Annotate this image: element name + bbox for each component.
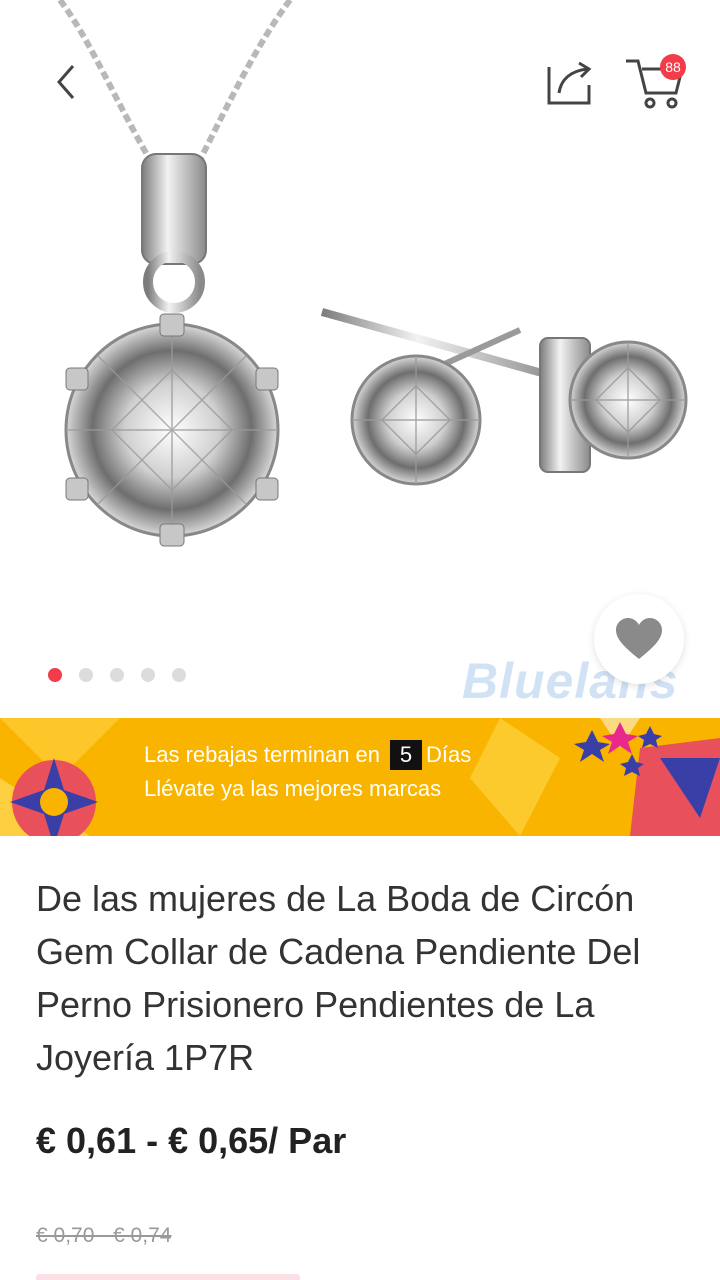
promo-countdown-text: Las rebajas terminan en 5 Días <box>144 740 471 770</box>
chevron-left-icon <box>57 65 75 99</box>
share-button[interactable] <box>538 50 602 114</box>
carousel-dot[interactable] <box>110 668 124 682</box>
carousel-dot[interactable] <box>141 668 155 682</box>
cart-count-badge: 88 <box>660 54 686 80</box>
promo-suffix: Días <box>426 742 472 767</box>
cart-button[interactable]: 88 <box>618 48 690 116</box>
share-icon <box>547 61 592 105</box>
product-title: De las mujeres de La Boda de Circón Gem … <box>36 878 641 1078</box>
product-image-gallery[interactable]: 88 Bluelans <box>0 0 720 718</box>
discount-tag-strip <box>36 1274 300 1280</box>
original-price: € 0,70 - € 0,74 <box>36 1224 172 1247</box>
product-price: € 0,61 - € 0,65/ Par <box>36 1120 347 1161</box>
sale-countdown-banner[interactable]: Las rebajas terminan en 5 Días Llévate y… <box>0 718 720 836</box>
carousel-dot[interactable] <box>79 668 93 682</box>
product-page: 88 Bluelans Las rebajas terminan en 5 Dí… <box>0 0 720 1280</box>
carousel-dot[interactable] <box>172 668 186 682</box>
favorite-button[interactable] <box>594 594 684 684</box>
days-remaining-value: 5 <box>390 740 423 770</box>
promo-prefix: Las rebajas terminan en <box>144 742 381 767</box>
carousel-pagination <box>48 668 186 682</box>
promo-subtitle: Llévate ya las mejores marcas <box>144 776 442 801</box>
carousel-dot[interactable] <box>48 668 62 682</box>
back-button[interactable] <box>36 52 96 112</box>
heart-icon <box>616 618 662 659</box>
